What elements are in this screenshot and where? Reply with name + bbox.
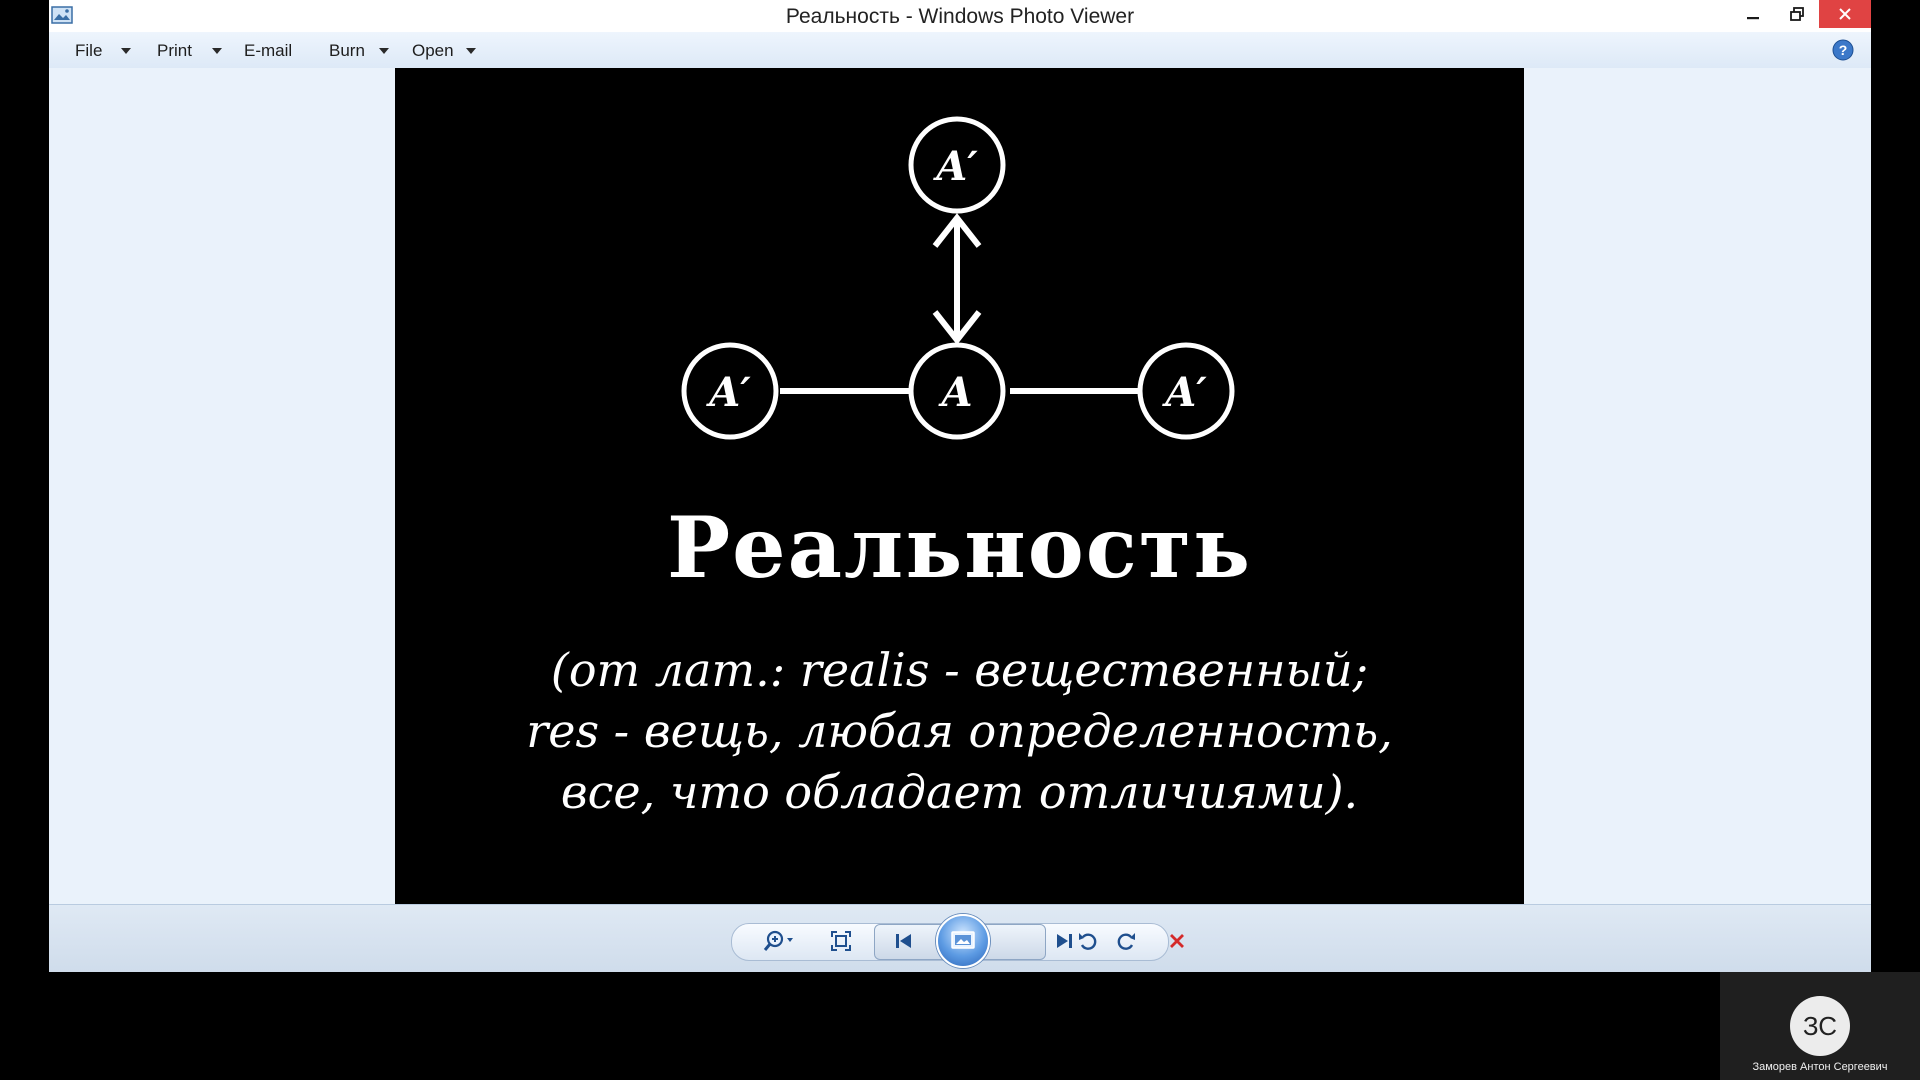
chevron-down-icon bbox=[212, 48, 222, 54]
displayed-image[interactable]: A′ A A′ A′ Реальность (от лат.: realis -… bbox=[395, 68, 1524, 904]
svg-text:?: ? bbox=[1839, 42, 1848, 58]
menu-open-label: Open bbox=[412, 41, 454, 60]
participant-name: Заморев Антон Сергеевич bbox=[1752, 1061, 1888, 1073]
rotate-clockwise-button[interactable] bbox=[1109, 923, 1143, 959]
rotate-counterclockwise-button[interactable] bbox=[1071, 923, 1105, 959]
help-button[interactable]: ? bbox=[1832, 39, 1854, 61]
chevron-down-icon bbox=[466, 48, 476, 54]
previous-icon bbox=[896, 934, 911, 948]
previous-button[interactable] bbox=[887, 924, 921, 958]
rotate-clockwise-icon bbox=[1117, 933, 1135, 950]
menu-burn-label: Burn bbox=[329, 41, 365, 60]
relation-diagram: A′ A A′ A′ bbox=[681, 116, 1235, 440]
avatar: ЗС bbox=[1790, 996, 1850, 1056]
playback-controls bbox=[49, 904, 1871, 972]
fit-to-window-icon bbox=[831, 931, 851, 951]
slideshow-icon bbox=[951, 931, 975, 949]
menu-file[interactable]: File bbox=[75, 32, 139, 68]
node-top: A′ bbox=[908, 116, 1006, 214]
window-title: Реальность - Windows Photo Viewer bbox=[785, 5, 1135, 28]
close-icon bbox=[1839, 8, 1851, 20]
menu-bar: File Print E-mail Burn Open bbox=[49, 32, 1871, 69]
slide-text-line-3: все, что обладает отличиями). bbox=[560, 765, 1359, 819]
node-center-label: A bbox=[937, 369, 972, 416]
menu-file-label: File bbox=[75, 41, 103, 60]
zoom-icon bbox=[763, 930, 793, 951]
photo-viewer-window: Реальность - Windows Photo Viewer File P… bbox=[49, 0, 1871, 972]
restore-icon bbox=[1790, 7, 1804, 21]
node-left: A′ bbox=[681, 342, 779, 440]
delete-button[interactable] bbox=[1160, 923, 1194, 959]
menu-email[interactable]: E-mail bbox=[244, 32, 306, 68]
title-bar: Реальность - Windows Photo Viewer bbox=[49, 0, 1871, 32]
menu-open[interactable]: Open bbox=[412, 32, 482, 68]
minimize-button[interactable] bbox=[1731, 0, 1775, 28]
participant-tile[interactable]: ЗС Заморев Антон Сергеевич bbox=[1720, 972, 1920, 1080]
menu-burn[interactable]: Burn bbox=[329, 32, 393, 68]
node-left-label: A′ bbox=[705, 369, 751, 416]
chevron-down-icon bbox=[121, 48, 131, 54]
close-button[interactable] bbox=[1819, 0, 1871, 28]
slide-text-line-1: (от лат.: realis - вещественный; bbox=[550, 643, 1369, 697]
menu-print-label: Print bbox=[157, 41, 192, 60]
node-right-label: A′ bbox=[1161, 369, 1207, 416]
node-right: A′ bbox=[1137, 342, 1235, 440]
fit-to-window-button[interactable] bbox=[824, 923, 858, 959]
screen: Реальность - Windows Photo Viewer File P… bbox=[0, 0, 1920, 1080]
node-top-label: A′ bbox=[932, 143, 978, 190]
help-icon: ? bbox=[1832, 39, 1854, 61]
restore-button[interactable] bbox=[1775, 0, 1819, 28]
minimize-icon bbox=[1747, 17, 1759, 20]
image-viewport: A′ A A′ A′ Реальность (от лат.: realis -… bbox=[49, 68, 1871, 904]
menu-email-label: E-mail bbox=[244, 41, 293, 60]
slide-text-line-2: res - вещь, любая определенность, bbox=[526, 704, 1393, 758]
delete-icon bbox=[1170, 934, 1184, 948]
zoom-button[interactable] bbox=[759, 923, 805, 959]
slide-title: Реальность bbox=[667, 498, 1252, 597]
menu-print[interactable]: Print bbox=[157, 32, 229, 68]
slideshow-button[interactable] bbox=[936, 914, 990, 968]
rotate-counterclockwise-icon bbox=[1079, 933, 1097, 950]
node-center: A bbox=[908, 342, 1006, 440]
chevron-down-icon bbox=[379, 48, 389, 54]
